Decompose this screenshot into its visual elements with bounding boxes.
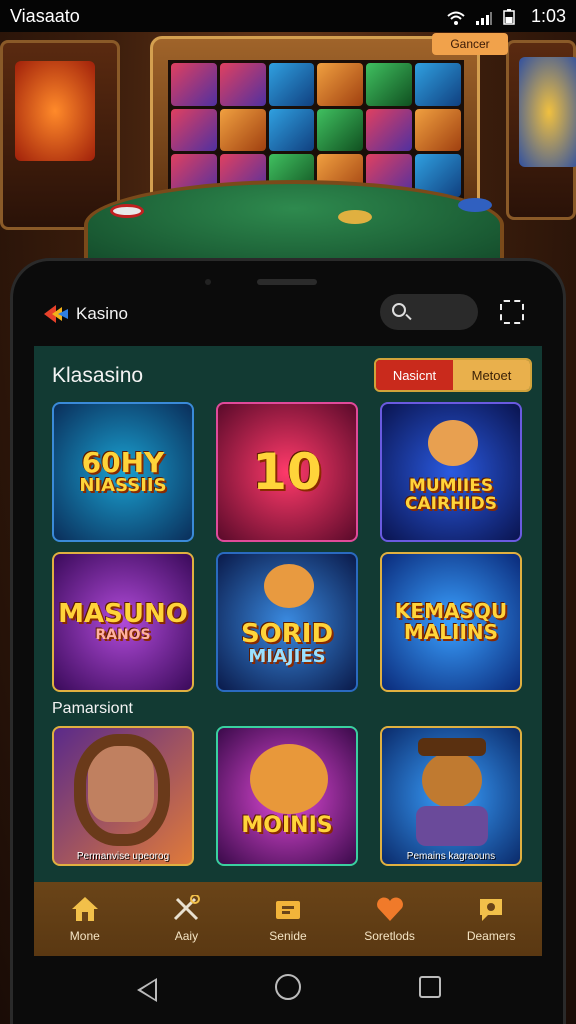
- battery-icon: [503, 9, 521, 25]
- bear-mascot-icon: [422, 752, 482, 808]
- game-subtitle: CAIRHIDS: [405, 494, 497, 514]
- game-tile[interactable]: Permanvise upeorog: [52, 726, 194, 866]
- back-icon[interactable]: [137, 978, 157, 1002]
- game-tile[interactable]: KEMASQU MALIINS: [380, 552, 522, 692]
- segment-control: Nasicnt Metoet: [374, 358, 532, 392]
- fox-mascot-icon: [428, 420, 478, 466]
- game-tile[interactable]: 10: [216, 402, 358, 542]
- nav-label: Soretlods: [364, 929, 415, 943]
- game-tile[interactable]: 60HY NIASSIIS: [52, 402, 194, 542]
- nav-item-favorites[interactable]: Soretlods: [339, 882, 441, 956]
- slot-cabinet-right: [506, 40, 576, 220]
- cowboy-hat-icon: [418, 738, 486, 756]
- game-title: MOINIS: [241, 813, 333, 839]
- game-subtitle: MIAJIES: [248, 646, 326, 668]
- nav-label: Deamers: [466, 929, 516, 943]
- tools-icon: [171, 894, 201, 923]
- app-bar: Kasino: [44, 294, 544, 334]
- phone-speaker: [257, 279, 317, 285]
- game-title: 10: [252, 442, 322, 501]
- game-subtitle: RANOS: [95, 627, 151, 644]
- heart-icon: [375, 895, 405, 923]
- game-title: 60HY: [81, 445, 165, 479]
- casino-table: [84, 180, 504, 270]
- bottom-nav: Mone Aaiy Senide Soretlods Deamers: [34, 882, 542, 956]
- nav-item-dealers[interactable]: Deamers: [440, 882, 542, 956]
- slot-reels: [168, 60, 464, 200]
- section-title: Klasasino: [52, 364, 144, 387]
- clock: 1:03: [530, 5, 566, 26]
- ticket-icon: [273, 895, 303, 923]
- status-bar: Viasaato 1:03: [0, 0, 576, 32]
- dog-mascot-icon: [250, 744, 328, 814]
- nav-label: Senide: [269, 929, 307, 943]
- nav-item-tools[interactable]: Aaiy: [136, 882, 238, 956]
- game-subtitle: MALIINS: [403, 620, 499, 644]
- game-subtitle: NIASSIIS: [79, 475, 167, 497]
- game-tile[interactable]: Pemains kagraouns: [380, 726, 522, 866]
- signal-icon: [475, 9, 493, 25]
- fox-mascot-icon: [264, 564, 314, 608]
- brand-name: Kasino: [76, 304, 128, 323]
- home-circle-icon[interactable]: [275, 974, 301, 1000]
- home-icon: [70, 895, 100, 923]
- scan-icon[interactable]: [500, 300, 524, 324]
- wifi-icon: [447, 9, 465, 25]
- slot-cabinet-left: [0, 40, 120, 230]
- system-nav-bar: [13, 956, 563, 1024]
- game-tile[interactable]: SORID MIAJIES: [216, 552, 358, 692]
- game-title: SORID: [240, 618, 334, 649]
- chat-icon: [476, 895, 506, 923]
- phone-camera: [205, 279, 211, 285]
- nav-label: Aaiy: [174, 929, 199, 943]
- carrier-label: Viasaato: [10, 5, 80, 26]
- game-caption: Permanvise upeorog: [76, 851, 170, 862]
- search-button[interactable]: [380, 294, 478, 330]
- game-caption: Pemains kagraouns: [406, 851, 496, 862]
- brand-logo-icon: [44, 303, 68, 325]
- segment-option-1[interactable]: Nasicnt: [376, 360, 453, 390]
- segment-option-2[interactable]: Metoet: [453, 360, 530, 390]
- game-tile[interactable]: MOINIS: [216, 726, 358, 866]
- main-content: Klasasino Nasicnt Metoet 60HY NIASSIIS 1…: [34, 346, 542, 882]
- nav-item-home[interactable]: Mone: [34, 882, 136, 956]
- game-title: MASUNO: [58, 599, 188, 629]
- status-icons: 1:03: [447, 6, 566, 27]
- nav-item-ticket[interactable]: Senide: [237, 882, 339, 956]
- game-tile[interactable]: MUMIIES CAIRHIDS: [380, 402, 522, 542]
- recents-icon[interactable]: [419, 976, 441, 998]
- game-title: KEMASQU: [394, 599, 508, 623]
- game-tile[interactable]: MASUNO RANOS: [52, 552, 194, 692]
- background-badge: Gancer: [432, 33, 508, 55]
- nav-label: Mone: [69, 929, 100, 943]
- search-icon: [392, 303, 406, 317]
- section2-title: Pamarsiont: [52, 700, 133, 717]
